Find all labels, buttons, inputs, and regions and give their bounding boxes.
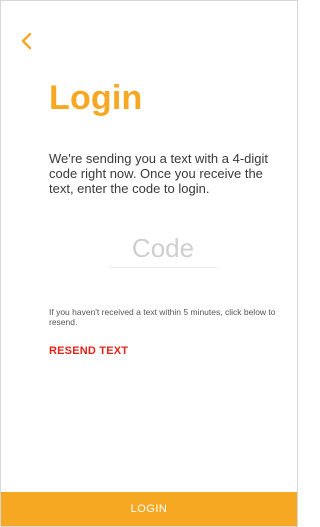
code-input[interactable] <box>108 229 218 267</box>
page-title: Login <box>49 79 143 117</box>
resend-note: If you haven't received a text within 5 … <box>49 307 276 327</box>
login-screen: Login We're sending you a text with a 4-… <box>0 0 298 527</box>
back-button[interactable] <box>15 29 39 53</box>
chevron-left-icon[interactable] <box>15 29 39 53</box>
login-button[interactable]: LOGIN <box>1 492 297 526</box>
code-field <box>108 229 218 268</box>
instructions-text: We're sending you a text with a 4-digit … <box>49 151 269 196</box>
resend-text-button[interactable]: RESEND TEXT <box>49 345 128 357</box>
